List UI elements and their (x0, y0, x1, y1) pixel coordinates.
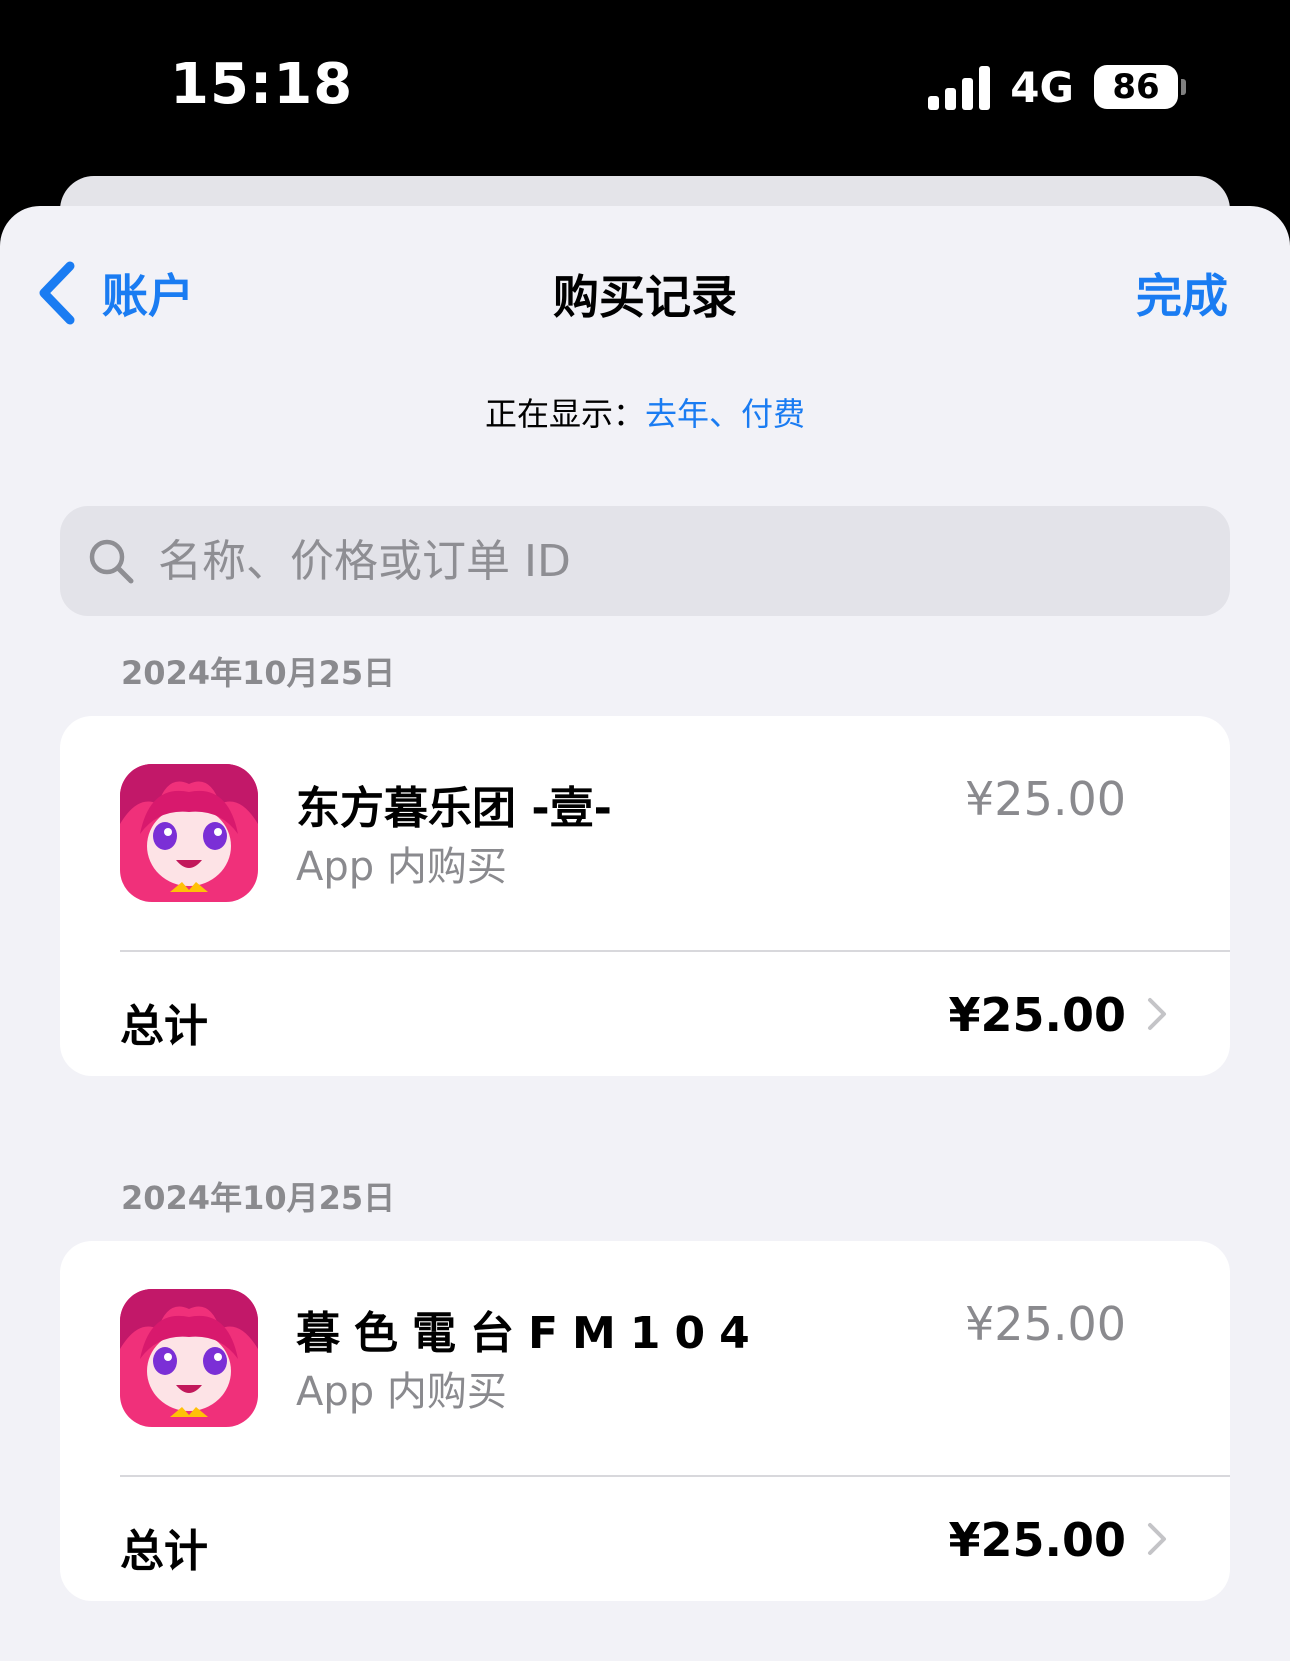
purchase-history-sheet: 账户 购买记录 完成 正在显示：去年、付费 2024年10月25日 (0, 206, 1290, 1661)
total-row[interactable]: 总计 ¥25.00 (60, 1477, 1230, 1601)
status-bar: 15:18 4G 86 (0, 0, 1290, 180)
item-price: ¥25.00 (965, 1297, 1126, 1351)
filter-summary[interactable]: 正在显示：去年、付费 (0, 389, 1290, 435)
search-bar[interactable] (60, 506, 1230, 616)
item-type: App 内购买 (296, 1369, 507, 1415)
filter-prefix: 正在显示： (484, 395, 645, 433)
purchase-date-header: 2024年10月25日 (121, 1179, 396, 1217)
item-price: ¥25.00 (965, 772, 1126, 826)
battery-icon: 86 (1094, 65, 1186, 109)
anime-girl-app-icon (120, 1289, 258, 1427)
page-title: 购买记录 (553, 270, 737, 324)
purchase-card: 东方暮乐团 -壹- App 内购买 ¥25.00 总计 ¥25.00 (60, 716, 1230, 1076)
total-amount: ¥25.00 (948, 988, 1126, 1042)
done-button[interactable]: 完成 (1136, 260, 1228, 326)
search-input[interactable] (156, 534, 1200, 588)
item-name: 东方暮乐团 -壹- (296, 783, 612, 834)
total-amount: ¥25.00 (948, 1513, 1126, 1567)
network-type: 4G (1010, 62, 1074, 112)
purchase-item[interactable]: 暮色電台FM104 App 内购买 ¥25.00 (60, 1241, 1230, 1475)
purchase-item[interactable]: 东方暮乐团 -壹- App 内购买 ¥25.00 (60, 716, 1230, 950)
filter-value-link[interactable]: 去年、付费 (645, 395, 805, 433)
item-name: 暮色電台FM104 (296, 1308, 764, 1359)
chevron-right-icon (1148, 1523, 1166, 1555)
total-label: 总计 (120, 1001, 208, 1052)
item-type: App 内购买 (296, 844, 507, 890)
chevron-right-icon (1148, 998, 1166, 1030)
total-row[interactable]: 总计 ¥25.00 (60, 952, 1230, 1076)
total-label: 总计 (120, 1526, 208, 1577)
status-time: 15:18 (170, 52, 354, 117)
cellular-signal-icon (928, 64, 991, 110)
purchase-card: 暮色電台FM104 App 内购买 ¥25.00 总计 ¥25.00 (60, 1241, 1230, 1601)
purchase-date-header: 2024年10月25日 (121, 654, 396, 692)
search-icon (89, 539, 134, 584)
status-indicators: 4G 86 (928, 62, 1186, 112)
anime-girl-app-icon (120, 764, 258, 902)
